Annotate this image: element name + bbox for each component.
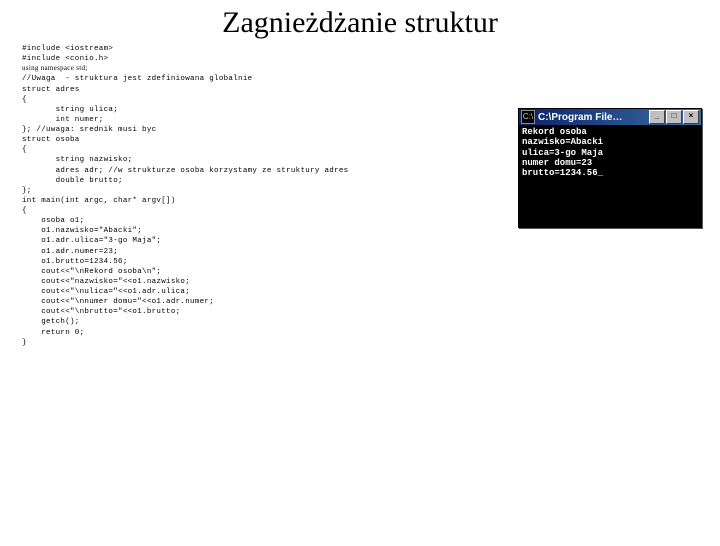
code-line: }; //uwaga: srednik musi byc bbox=[22, 126, 156, 134]
code-line: adres adr; //w strukturze osoba korzysta… bbox=[22, 167, 348, 175]
code-line: cout<<"\nulica="<<o1.adr.ulica; bbox=[22, 288, 190, 296]
console-output: Rekord osoba nazwisko=Abacki ulica=3-go … bbox=[519, 125, 701, 227]
output-line: ulica=3-go Maja bbox=[522, 148, 603, 158]
output-line: Rekord osoba bbox=[522, 127, 587, 137]
code-line: string ulica; bbox=[22, 106, 118, 114]
code-line: double brutto; bbox=[22, 177, 123, 185]
maximize-button[interactable]: □ bbox=[666, 110, 682, 124]
code-line: int main(int argc, char* argv[]) bbox=[22, 197, 176, 205]
code-line: using namespace std; bbox=[22, 64, 88, 72]
code-line: }; bbox=[22, 187, 32, 195]
output-line: numer domu=23 bbox=[522, 158, 592, 168]
output-line: nazwisko=Abacki bbox=[522, 137, 603, 147]
code-line: o1.nazwisko="Abacki"; bbox=[22, 227, 142, 235]
code-line: o1.brutto=1234.56; bbox=[22, 258, 128, 266]
minimize-button[interactable]: _ bbox=[649, 110, 665, 124]
code-line: struct osoba bbox=[22, 136, 80, 144]
slide: Zagnieżdżanie struktur #include <iostrea… bbox=[0, 6, 720, 546]
code-line: cout<<"\nbrutto="<<o1.brutto; bbox=[22, 308, 180, 316]
titlebar-buttons: _ □ × bbox=[649, 110, 699, 124]
code-line: getch(); bbox=[22, 318, 80, 326]
code-line: return 0; bbox=[22, 329, 84, 337]
output-line: brutto=1234.56_ bbox=[522, 168, 603, 178]
titlebar: C:\ C:\Program File… _ □ × bbox=[519, 109, 701, 125]
app-icon: C:\ bbox=[521, 110, 535, 124]
code-line: #include <iostream> bbox=[22, 45, 113, 53]
code-line: struct adres bbox=[22, 86, 80, 94]
code-line: { bbox=[22, 207, 27, 215]
page-title: Zagnieżdżanie struktur bbox=[0, 6, 720, 40]
code-line: int numer; bbox=[22, 116, 104, 124]
code-line: cout<<"nazwisko="<<o1.nazwisko; bbox=[22, 278, 190, 286]
code-line: //Uwaga - struktura jest zdefiniowana gl… bbox=[22, 75, 252, 83]
code-line: cout<<"\nnumer domu="<<o1.adr.numer; bbox=[22, 298, 214, 306]
window-title: C:\Program File… bbox=[538, 112, 649, 123]
code-line: o1.adr.numer=23; bbox=[22, 248, 118, 256]
code-line: #include <conio.h> bbox=[22, 55, 108, 63]
code-line: { bbox=[22, 96, 27, 104]
code-line: o1.adr.ulica="3-go Maja"; bbox=[22, 237, 161, 245]
cmd-icon: C:\ bbox=[523, 113, 533, 121]
code-line: { bbox=[22, 146, 27, 154]
code-line: } bbox=[22, 339, 27, 347]
code-line: string nazwisko; bbox=[22, 156, 132, 164]
code-line: cout<<"\nRekord osoba\n"; bbox=[22, 268, 161, 276]
console-window: C:\ C:\Program File… _ □ × Rekord osoba … bbox=[518, 108, 702, 228]
close-button[interactable]: × bbox=[683, 110, 699, 124]
code-line: osoba o1; bbox=[22, 217, 84, 225]
